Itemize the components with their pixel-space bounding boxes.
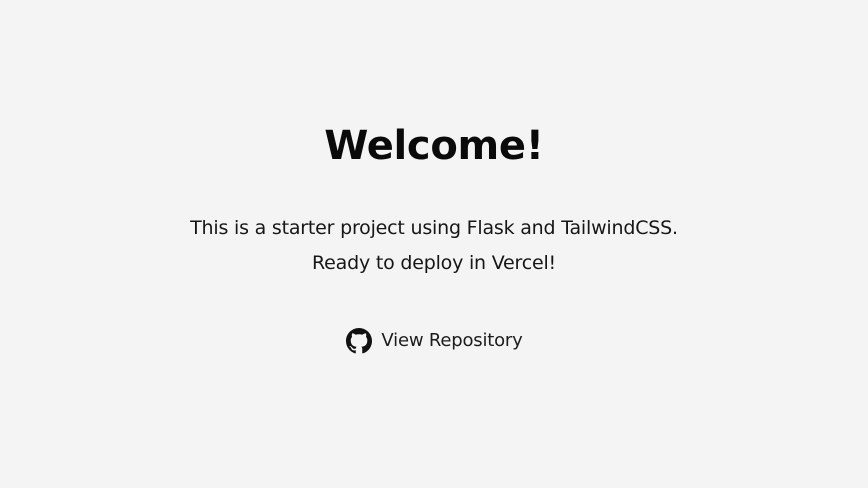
page-title: Welcome! [324, 123, 544, 169]
description-line-1: This is a starter project using Flask an… [190, 217, 678, 239]
description: This is a starter project using Flask an… [0, 211, 868, 281]
description-line-2: Ready to deploy in Vercel! [312, 252, 556, 274]
view-repository-link[interactable]: View Repository [0, 325, 868, 357]
github-icon [345, 328, 372, 355]
page: Welcome! This is a starter project using… [0, 0, 868, 488]
view-repository-label: View Repository [381, 330, 523, 351]
